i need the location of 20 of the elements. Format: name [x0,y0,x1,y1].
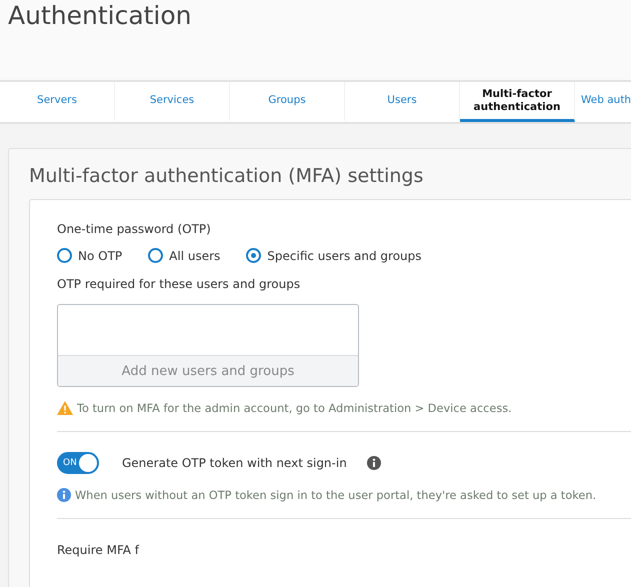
radio-label[interactable]: Specific users and groups [267,248,422,262]
field-label: OTP required for these users and groups [57,277,302,291]
add-users-button[interactable]: Add new users and groups [58,356,358,386]
toggle-label: Generate OTP token with next sign-in [122,456,347,470]
toggle-switch[interactable]: ON [57,452,99,474]
field-label: Require MFA f [57,543,140,557]
radio-button[interactable] [148,248,164,263]
warning-text: To turn on MFA for the admin account, go to Administration > Device access. [77,402,512,414]
radio-label[interactable]: No OTP [78,248,122,262]
info-text: When users without an OTP token sign in to the user portal, they're asked to set up a token. [75,488,596,502]
warning-icon [57,401,73,415]
radio-button[interactable] [57,248,72,263]
radio-label[interactable]: All users [169,248,220,262]
info-icon [366,456,381,470]
field-label: One-time password (OTP) [57,222,212,236]
section-title: Multi-factor authentication (MFA) settings [29,165,424,187]
info-icon [57,488,71,502]
page-title: Authentication [7,0,193,30]
tab[interactable]: Multi-factor authentication [460,82,575,122]
radio-button[interactable] [246,248,262,263]
